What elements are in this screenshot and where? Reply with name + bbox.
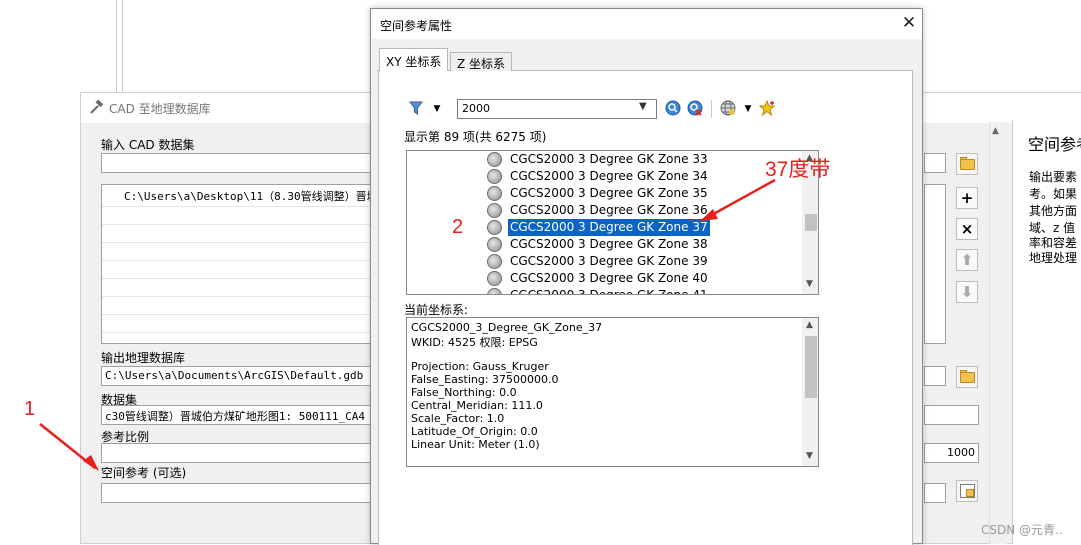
annotation-zone-note: 37度带 <box>765 158 831 181</box>
annotation-step-1: 1 <box>24 398 36 420</box>
annotation-step-2: 2 <box>452 216 464 238</box>
watermark: CSDN @元青.. <box>981 523 1063 537</box>
annotation-arrows <box>39 178 776 471</box>
